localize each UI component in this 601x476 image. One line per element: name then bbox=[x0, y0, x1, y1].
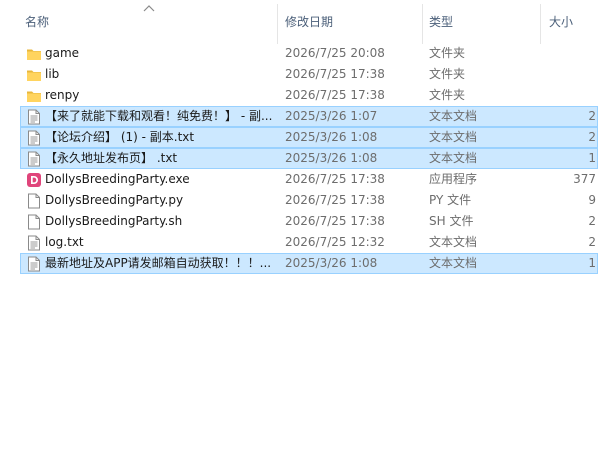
file-row[interactable]: log.txt 2026/7/25 12:32 文本文档 2 bbox=[20, 232, 598, 253]
column-divider[interactable] bbox=[277, 4, 278, 44]
file-size: 2 bbox=[588, 130, 596, 144]
file-modified-date: 2026/7/25 17:38 bbox=[285, 214, 385, 228]
file-type: 文本文档 bbox=[429, 130, 478, 144]
file-name: 【论坛介绍】 (1) - 副本.txt bbox=[45, 130, 195, 144]
app-icon bbox=[27, 173, 41, 187]
file-name: renpy bbox=[45, 88, 80, 102]
file-modified-date: 2025/3/26 1:08 bbox=[285, 130, 378, 144]
column-header-size[interactable]: 大小 bbox=[549, 0, 599, 44]
folder-icon bbox=[27, 49, 41, 60]
column-header-name[interactable]: 名称 bbox=[25, 0, 275, 44]
folder-row[interactable]: lib 2026/7/25 17:38 文件夹 bbox=[20, 64, 598, 85]
text-file-icon bbox=[28, 109, 40, 125]
text-file-icon bbox=[28, 256, 40, 272]
column-header-date[interactable]: 修改日期 bbox=[285, 0, 420, 44]
file-size bbox=[541, 65, 596, 84]
file-modified-date: 2026/7/25 20:08 bbox=[285, 46, 385, 60]
column-header-type[interactable]: 类型 bbox=[429, 0, 539, 44]
file-name: log.txt bbox=[45, 235, 84, 249]
file-type: 文本文档 bbox=[429, 256, 478, 270]
file-type: 文件夹 bbox=[429, 88, 466, 102]
text-file-icon bbox=[28, 130, 40, 146]
column-divider[interactable] bbox=[422, 4, 423, 44]
folder-icon bbox=[27, 91, 41, 102]
file-icon bbox=[28, 214, 40, 230]
file-row[interactable]: 【永久地址发布页】 .txt 2025/3/26 1:08 文本文档 1 bbox=[20, 148, 598, 169]
file-type: 文件夹 bbox=[429, 46, 466, 60]
file-size bbox=[541, 86, 596, 105]
file-type: 文本文档 bbox=[429, 235, 478, 249]
file-modified-date: 2025/3/26 1:07 bbox=[285, 109, 378, 123]
file-size: 1 bbox=[588, 256, 596, 270]
file-name: 【永久地址发布页】 .txt bbox=[45, 151, 178, 165]
file-size: 377 bbox=[573, 172, 596, 186]
file-size bbox=[541, 44, 596, 63]
file-name: 最新地址及APP请发邮箱自动获取！！！... bbox=[45, 256, 272, 270]
folder-row[interactable]: renpy 2026/7/25 17:38 文件夹 bbox=[20, 85, 598, 106]
file-size: 9 bbox=[588, 193, 596, 207]
file-type: PY 文件 bbox=[429, 193, 472, 207]
file-name: 【来了就能下载和观看！纯免费！】 - 副... bbox=[45, 109, 273, 123]
column-divider[interactable] bbox=[540, 4, 541, 44]
file-modified-date: 2026/7/25 17:38 bbox=[285, 67, 385, 81]
file-type: 文本文档 bbox=[429, 109, 478, 123]
file-modified-date: 2026/7/25 17:38 bbox=[285, 193, 385, 207]
file-type: 文本文档 bbox=[429, 151, 478, 165]
file-size: 2 bbox=[588, 235, 596, 249]
file-modified-date: 2026/7/25 17:38 bbox=[285, 172, 385, 186]
file-modified-date: 2025/3/26 1:08 bbox=[285, 151, 378, 165]
file-size: 1 bbox=[588, 151, 596, 165]
file-modified-date: 2026/7/25 17:38 bbox=[285, 88, 385, 102]
folder-icon bbox=[27, 70, 41, 81]
file-type: SH 文件 bbox=[429, 214, 474, 228]
file-name: game bbox=[45, 46, 80, 60]
file-name: DollysBreedingParty.exe bbox=[45, 172, 190, 186]
file-row[interactable]: DollysBreedingParty.sh 2026/7/25 17:38 SH … bbox=[20, 211, 598, 232]
file-row[interactable]: DollysBreedingParty.py 2026/7/25 17:38 PY … bbox=[20, 190, 598, 211]
text-file-icon bbox=[28, 235, 40, 251]
file-size: 2 bbox=[588, 109, 596, 123]
file-icon bbox=[28, 193, 40, 209]
file-type: 文件夹 bbox=[429, 67, 466, 81]
file-row[interactable]: DollysBreedingParty.exe 2026/7/25 17:38 应用… bbox=[20, 169, 598, 190]
file-name: DollysBreedingParty.py bbox=[45, 193, 184, 207]
file-size: 2 bbox=[588, 214, 596, 228]
text-file-icon bbox=[28, 151, 40, 167]
file-modified-date: 2026/7/25 12:32 bbox=[285, 235, 385, 249]
column-header-bar: 名称 修改日期 类型 大小 bbox=[0, 0, 601, 44]
file-row[interactable]: 【来了就能下载和观看！纯免费！】 - 副... 2025/3/26 1:07 文本文… bbox=[20, 106, 598, 127]
file-name: DollysBreedingParty.sh bbox=[45, 214, 183, 228]
file-name: lib bbox=[45, 67, 60, 81]
file-type: 应用程序 bbox=[429, 172, 478, 186]
file-row[interactable]: 【论坛介绍】 (1) - 副本.txt 2025/3/26 1:08 文本文档 2 bbox=[20, 127, 598, 148]
file-modified-date: 2025/3/26 1:08 bbox=[285, 256, 378, 270]
folder-row[interactable]: game 2026/7/25 20:08 文件夹 bbox=[20, 43, 598, 64]
file-row[interactable]: 最新地址及APP请发邮箱自动获取！！！... 2025/3/26 1:08 文本文档… bbox=[20, 253, 598, 274]
